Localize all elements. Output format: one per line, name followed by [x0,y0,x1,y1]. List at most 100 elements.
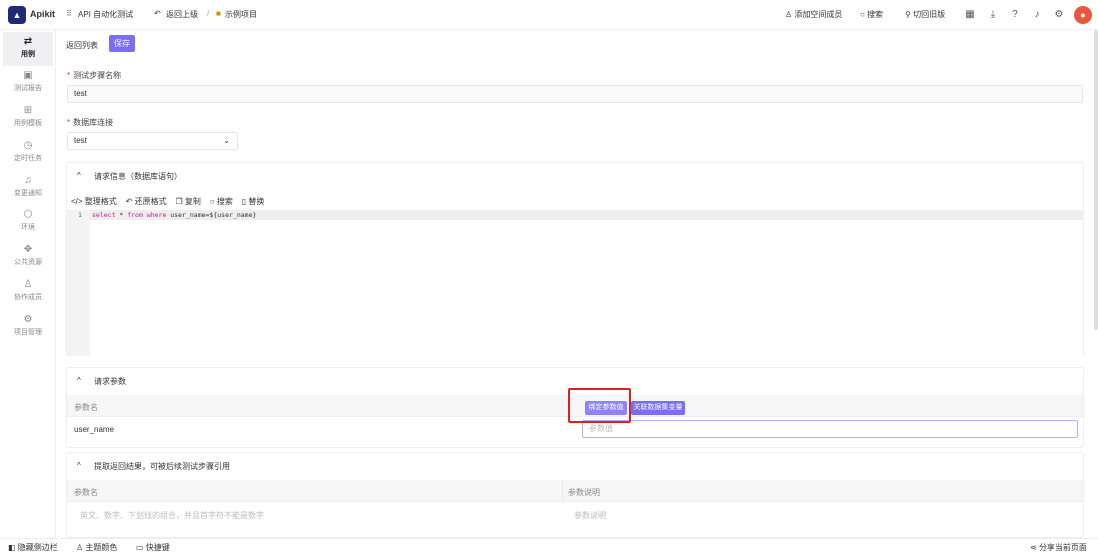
gear-icon[interactable]: ⚙ [1050,6,1068,24]
db-connection-select[interactable]: test ⌄ [67,132,238,150]
sidebar-item-schedule[interactable]: ◷ 定时任务 [3,136,53,170]
template-icon: ⊞ [23,105,33,116]
back-to-list-button[interactable]: 返回列表 [66,40,98,51]
add-member-label: 添加空间成员 [794,10,843,19]
chevron-up-icon[interactable]: ^ [77,461,81,470]
share-label: 分享当前页面 [1038,543,1087,552]
apikit-logo-icon[interactable]: ▲ [8,6,26,24]
extract-results-panel: ^ 提取返回结果，可被后续测试步骤引用 参数名 参数说明 英文、数字、下划线的组… [66,452,1084,538]
add-member-button[interactable]: ♙ 添加空间成员 [785,9,842,20]
shortcuts-label: 快捷键 [145,543,170,552]
search-label: 搜索 [867,10,884,19]
download-icon[interactable]: ⤓ [984,6,1002,24]
col-param-desc: 参数说明 [568,488,600,497]
line-number: 1 [78,211,82,219]
db-selected-value: test [74,136,87,145]
col-param-name: 参数名 [74,403,98,412]
swap-icon: ⇄ [23,36,33,47]
restore-format-button[interactable]: ↶ 还原格式 [126,197,167,206]
highlight-box [568,388,631,423]
sidebar-item-cases[interactable]: ⇄ 用例 [3,32,53,66]
sidebar-item-label: 环境 [21,224,35,231]
bell-icon: ♫ [24,175,32,186]
extract-table-header: 参数名 参数说明 [67,480,1083,502]
keyword: select [92,211,116,219]
back-icon: ↶ [154,9,161,18]
module-switcher[interactable]: API 自动化测试 [78,9,133,20]
chevron-up-icon[interactable]: ^ [77,171,81,180]
theme-color-button[interactable]: ♙ 主题颜色 [76,542,117,553]
request-info-panel: ^ 请求信息（数据库语句） </> 整理格式 ↶ 还原格式 ❐ 复制 ○ 搜索 … [66,162,1084,356]
switch-old-label: 切回旧版 [913,10,946,19]
label-text: 测试步骤名称 [73,71,122,80]
extract-results-title[interactable]: 提取返回结果，可被后续测试步骤引用 [94,461,230,472]
sidebar-item-templates[interactable]: ⊞ 用例模板 [3,101,53,135]
editor-gutter [67,210,90,356]
top-bar: ▲ Apikit ⠿ API 自动化测试 ↶ 返回上级 / ■ 示例项目 ♙ 添… [0,0,1098,30]
search-button[interactable]: ○ 搜索 [210,197,233,206]
code-text: user_name=${user_name} [170,211,257,219]
sidebar-item-project-settings[interactable]: ⚙ 项目管理 [3,310,53,344]
sidebar-item-resources[interactable]: ✥ 公共资源 [3,240,53,274]
search-label: 搜索 [216,197,233,206]
puzzle-icon: ✥ [23,244,33,255]
avatar[interactable]: ● [1074,6,1092,24]
share-page-button[interactable]: ⋖ 分享当前页面 [1030,542,1087,553]
sidebar-item-label: 公共资源 [14,259,42,266]
format-label: 整理格式 [84,197,117,206]
bell-icon[interactable]: ♪ [1028,6,1046,24]
chevron-up-icon[interactable]: ^ [77,376,81,385]
copy-label: 复制 [184,197,201,206]
timer-icon: ◷ [23,140,33,151]
project-link[interactable]: 示例项目 [225,9,257,20]
back-up-link[interactable]: 返回上级 [166,9,198,20]
format-button[interactable]: </> 整理格式 [71,197,117,206]
gift-icon: ■ [216,9,221,18]
sidebar-item-label: 协作成员 [14,294,42,301]
save-button[interactable]: 保存 [109,35,135,52]
replace-label: 替换 [248,197,265,206]
label-text: 数据库连接 [73,118,114,127]
sidebar-item-members[interactable]: ♙ 协作成员 [3,275,53,309]
help-icon[interactable]: ? [1006,6,1024,24]
step-name-input[interactable]: test [67,85,1083,103]
grid-icon[interactable]: ⠿ [66,9,72,18]
sidebar-item-label: 定时任务 [14,155,42,162]
step-name-label: * 测试步骤名称 [67,71,122,80]
environment-icon: ⬡ [23,209,33,220]
param-value-input[interactable]: 参数值 [582,420,1078,438]
db-connection-label: * 数据库连接 [67,118,114,127]
replace-button[interactable]: ▯ 替换 [242,197,265,206]
users-icon: ♙ [23,279,33,290]
sidebar-item-label: 项目管理 [14,329,42,336]
search-button[interactable]: ○ 搜索 [860,9,883,20]
copy-button[interactable]: ❐ 复制 [176,197,201,206]
report-icon: ▣ [23,70,33,81]
sql-code: select * from where user_name=${user_nam… [92,211,256,219]
request-info-title[interactable]: 请求信息（数据库语句） [94,171,182,182]
param-name-cell: user_name [74,425,115,434]
hide-sidebar-label: 隐藏侧边栏 [17,543,58,552]
column-divider [562,480,563,502]
calendar-icon[interactable]: ▦ [961,6,979,24]
sidebar-item-reports[interactable]: ▣ 测试报告 [3,66,53,100]
chevron-down-icon: ⌄ [223,136,230,145]
shortcuts-button[interactable]: ▭ 快捷键 [136,542,170,553]
sidebar-item-label: 测试报告 [14,85,42,92]
app-name: Apikit [30,9,56,19]
sidebar-item-environment[interactable]: ⬡ 环境 [3,205,53,239]
extract-desc-input[interactable]: 参数说明 [574,510,606,521]
keyword: from [127,211,143,219]
switch-old-button[interactable]: ⚲ 切回旧版 [905,9,945,20]
gear-icon: ⚙ [23,314,33,325]
link-dataset-variable-button[interactable]: 关联数据集变量 [631,401,685,415]
sql-editor[interactable]: 1 select * from where user_name=${user_n… [67,210,1083,356]
breadcrumb-separator: / [207,9,210,18]
restore-label: 还原格式 [134,197,167,206]
hide-sidebar-button[interactable]: ◧ 隐藏侧边栏 [8,542,58,553]
request-params-title[interactable]: 请求参数 [94,376,126,387]
sidebar-item-notifications[interactable]: ♫ 变更通知 [3,171,53,205]
sidebar-item-label: 用例 [21,51,35,58]
extract-name-input[interactable]: 英文、数字、下划线的组合，并且首字符不能是数字 [80,510,264,521]
scrollbar[interactable] [1094,30,1098,330]
